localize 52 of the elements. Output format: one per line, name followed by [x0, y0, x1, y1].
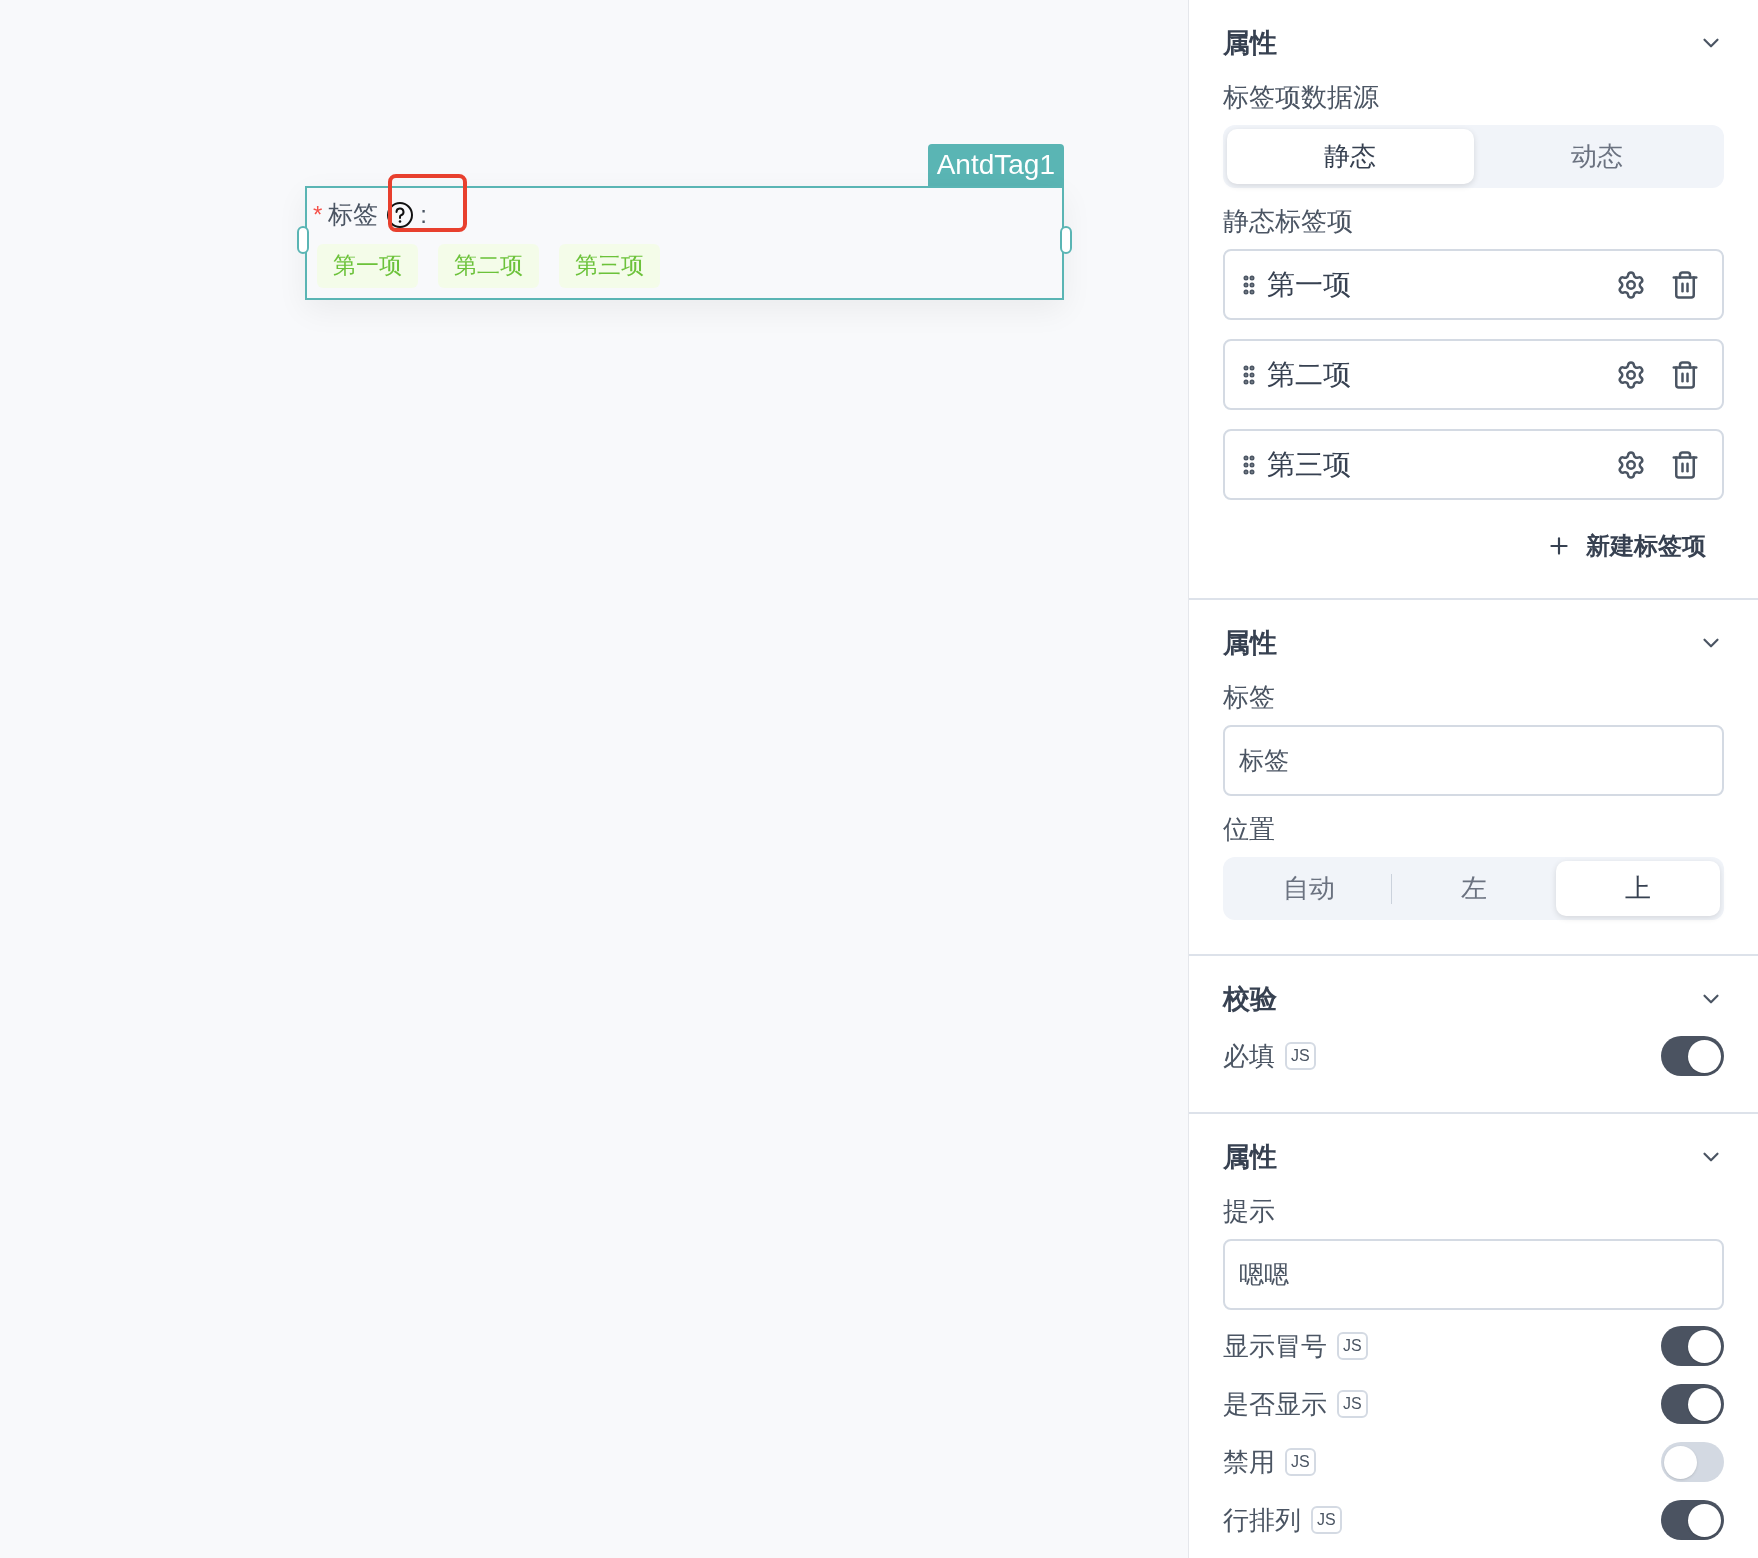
section-title: 属性 — [1223, 626, 1277, 660]
tag-item-text: 第三项 — [1267, 447, 1352, 482]
help-icon — [386, 200, 415, 229]
toggle-switch[interactable] — [1661, 1036, 1724, 1076]
field-label: 静态标签项 — [1223, 205, 1354, 238]
add-tag-button[interactable]: 新建标签项 — [1546, 528, 1706, 564]
field-label: 标签 — [328, 199, 379, 230]
section-title: 校验 — [1223, 982, 1277, 1016]
trash-icon[interactable] — [1670, 359, 1700, 390]
field-label: 标签项数据源 — [1223, 81, 1380, 114]
resize-handle[interactable] — [1060, 226, 1072, 254]
segment-option[interactable]: 上 — [1556, 861, 1720, 916]
tag-chip: 第三项 — [559, 243, 660, 288]
settings-icon[interactable] — [1616, 359, 1646, 390]
tag-item-text: 第二项 — [1267, 357, 1352, 392]
field-label: 行排列 — [1223, 1503, 1301, 1537]
text-field[interactable]: 标签 — [1223, 725, 1724, 796]
component-tag: AntdTag1 — [927, 144, 1064, 186]
section-title: 属性 — [1223, 1140, 1277, 1174]
field-label: 是否显示 — [1223, 1387, 1327, 1421]
tag-chip: 第一项 — [317, 243, 418, 288]
segment-option[interactable]: 静态 — [1227, 129, 1474, 184]
field-label: 标签 — [1223, 681, 1276, 714]
toggle-switch[interactable] — [1661, 1384, 1724, 1424]
settings-icon[interactable] — [1616, 449, 1646, 480]
toggle-switch[interactable] — [1661, 1442, 1724, 1482]
label-colon: : — [420, 199, 427, 230]
js-badge[interactable]: JS — [1337, 1390, 1368, 1418]
field-label: 必填 — [1223, 1039, 1275, 1073]
text-field[interactable]: 嗯嗯 — [1223, 1239, 1724, 1310]
js-badge[interactable]: JS — [1337, 1332, 1368, 1360]
resize-handle[interactable] — [297, 226, 309, 254]
toggle-switch[interactable] — [1661, 1326, 1724, 1366]
js-badge[interactable]: JS — [1311, 1506, 1342, 1534]
field-label: 位置 — [1223, 813, 1276, 846]
section-title: 属性 — [1223, 26, 1277, 60]
segment-option[interactable]: 左 — [1392, 861, 1556, 916]
tag-widget[interactable]: * 标签 : 第一项 第二项 第三项 — [305, 186, 1064, 300]
segment-option[interactable]: 自动 — [1227, 861, 1391, 916]
field-label: 禁用 — [1223, 1445, 1275, 1479]
tag-item-text: 第一项 — [1267, 267, 1352, 302]
tag-chip: 第二项 — [438, 243, 539, 288]
required-mark: * — [313, 199, 323, 230]
toggle-switch[interactable] — [1661, 1500, 1724, 1540]
trash-icon[interactable] — [1670, 269, 1700, 300]
segment-option[interactable]: 动态 — [1473, 129, 1720, 184]
field-label: 显示冒号 — [1223, 1329, 1327, 1363]
field-label: 提示 — [1223, 1195, 1276, 1228]
js-badge[interactable]: JS — [1285, 1042, 1316, 1070]
settings-icon[interactable] — [1616, 269, 1646, 300]
trash-icon[interactable] — [1670, 449, 1700, 480]
js-badge[interactable]: JS — [1285, 1448, 1316, 1476]
